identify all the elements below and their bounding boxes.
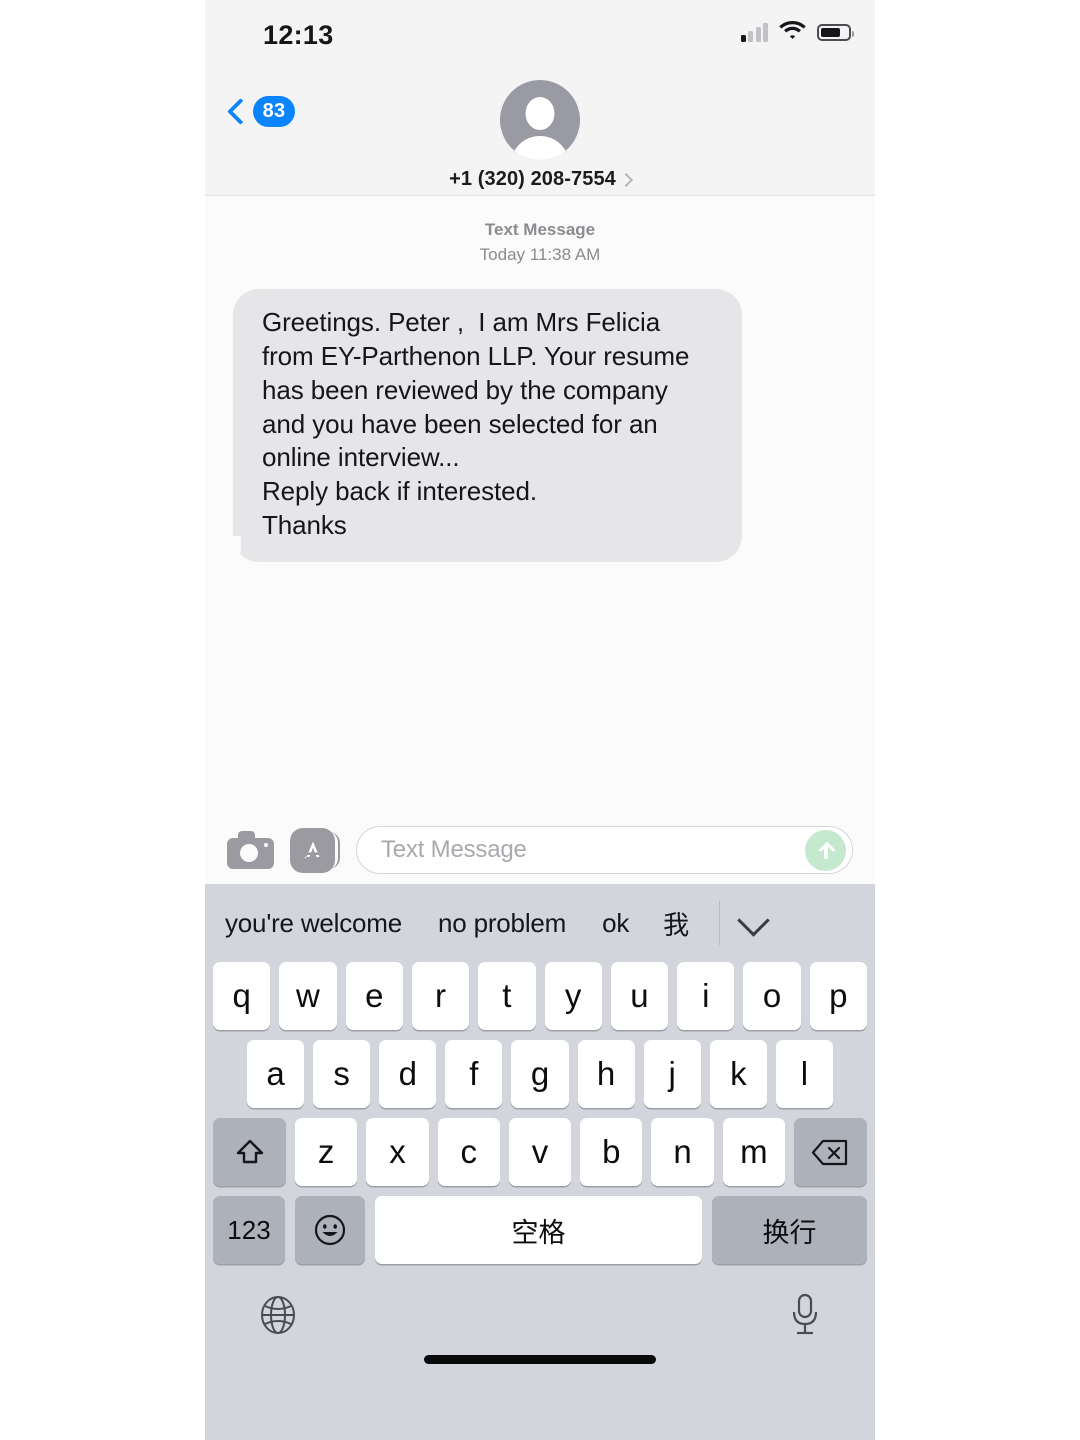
message-list[interactable]: Text Message Today 11:38 AM Greetings. P… <box>205 196 875 816</box>
suggestion-3[interactable]: 我 <box>663 905 689 942</box>
key-i[interactable]: i <box>677 962 735 1030</box>
chevron-down-icon[interactable] <box>737 903 771 937</box>
message-placeholder: Text Message <box>381 836 527 863</box>
key-l[interactable]: l <box>775 1040 833 1108</box>
predictive-suggestions-bar: you're welcome no problem ok 我 <box>205 884 875 962</box>
message-text-field[interactable]: Text Message <box>356 826 853 874</box>
avatar[interactable] <box>500 80 580 160</box>
status-bar-indicators <box>740 20 854 45</box>
key-j[interactable]: j <box>643 1040 701 1108</box>
wifi-icon <box>779 20 806 45</box>
timestamp-value: Today 11:38 AM <box>479 244 601 264</box>
keyboard-bottom-bar <box>205 1274 875 1378</box>
key-c[interactable]: c <box>437 1118 500 1186</box>
message-timestamp: Text Message Today 11:38 AM <box>205 218 875 267</box>
key-b[interactable]: b <box>580 1118 643 1186</box>
suggestion-2[interactable]: ok <box>602 908 629 939</box>
globe-language-icon[interactable] <box>257 1294 299 1336</box>
key-f[interactable]: f <box>445 1040 503 1108</box>
key-k[interactable]: k <box>709 1040 767 1108</box>
key-x[interactable]: x <box>366 1118 429 1186</box>
shift-arrow-icon <box>235 1137 265 1167</box>
key-n[interactable]: n <box>651 1118 714 1186</box>
key-v[interactable]: v <box>508 1118 572 1186</box>
key-d[interactable]: d <box>379 1040 437 1108</box>
send-button[interactable] <box>805 829 846 871</box>
key-z[interactable]: z <box>295 1118 358 1186</box>
key-o[interactable]: o <box>743 962 801 1030</box>
key-r[interactable]: r <box>411 962 470 1030</box>
key-m[interactable]: m <box>722 1118 785 1186</box>
key-p[interactable]: p <box>809 962 867 1030</box>
battery-icon <box>817 24 854 41</box>
key-a[interactable]: a <box>247 1040 305 1108</box>
phone-screen: 12:13 83 +1 (320) 208-7554 Text Message … <box>205 0 875 1440</box>
backspace-delete-icon <box>811 1139 849 1166</box>
app-store-icon[interactable] <box>290 827 340 873</box>
keyboard-row-2: a s d f g h j k l <box>205 1040 875 1108</box>
cellular-signal-icon <box>740 23 768 42</box>
chevron-right-icon <box>618 172 633 188</box>
key-s[interactable]: s <box>313 1040 371 1108</box>
space-key[interactable]: 空格 <box>375 1196 702 1264</box>
camera-icon[interactable] <box>227 831 274 869</box>
emoji-key[interactable] <box>295 1196 365 1264</box>
shift-key[interactable] <box>213 1118 287 1186</box>
send-arrow-up-icon <box>818 841 836 860</box>
key-w[interactable]: w <box>279 962 337 1030</box>
keyboard-row-1: q w e r t y u i o p <box>205 962 875 1030</box>
keyboard-row-3: z x c v b n m <box>205 1118 875 1186</box>
suggestions-divider <box>718 901 721 945</box>
numeric-key[interactable]: 123 <box>213 1196 285 1264</box>
emoji-smiley-icon <box>313 1213 347 1247</box>
message-row-incoming: Greetings. Peter , I am Mrs Felicia from… <box>205 289 875 562</box>
onscreen-keyboard: you're welcome no problem ok 我 q w e r t… <box>205 884 875 1440</box>
contact-header[interactable]: +1 (320) 208-7554 <box>205 80 875 191</box>
microphone-icon[interactable] <box>787 1292 823 1338</box>
key-e[interactable]: e <box>345 962 403 1030</box>
delete-key[interactable] <box>793 1118 867 1186</box>
message-input-bar: Text Message <box>205 816 875 884</box>
key-t[interactable]: t <box>478 962 536 1030</box>
contact-info-row[interactable]: +1 (320) 208-7554 <box>449 168 633 191</box>
home-indicator <box>424 1355 656 1364</box>
suggestion-0[interactable]: you're welcome <box>225 908 402 939</box>
message-bubble[interactable]: Greetings. Peter , I am Mrs Felicia from… <box>225 289 742 562</box>
conversation-header: 83 +1 (320) 208-7554 <box>205 62 875 196</box>
status-bar-time: 12:13 <box>263 20 334 50</box>
suggestion-1[interactable]: no problem <box>438 908 566 939</box>
return-key[interactable]: 换行 <box>712 1196 867 1264</box>
key-g[interactable]: g <box>511 1040 569 1108</box>
contact-name: +1 (320) 208-7554 <box>449 168 616 190</box>
key-q[interactable]: q <box>213 962 271 1030</box>
status-bar: 12:13 <box>205 0 875 62</box>
key-u[interactable]: u <box>610 962 669 1030</box>
key-y[interactable]: y <box>544 962 602 1030</box>
timestamp-label: Text Message <box>484 220 596 239</box>
key-h[interactable]: h <box>577 1040 635 1108</box>
keyboard-row-4: 123 空格 换行 <box>205 1196 875 1264</box>
